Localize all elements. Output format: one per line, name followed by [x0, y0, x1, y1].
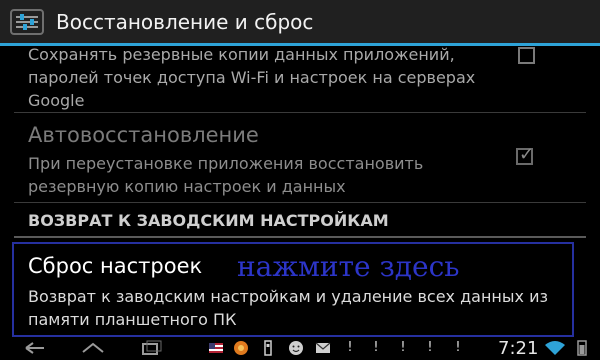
mail-icon[interactable] — [315, 340, 331, 356]
autorestore-title[interactable]: Автовосстановление — [28, 123, 259, 147]
section-header: ВОЗВРАТ К ЗАВОДСКИМ НАСТРОЙКАМ — [28, 211, 389, 230]
backup-checkbox[interactable] — [518, 47, 535, 64]
settings-sliders-icon[interactable] — [10, 8, 44, 36]
reset-settings-summary[interactable]: Возврат к заводским настройкам и удалени… — [28, 285, 568, 331]
checkmark-icon: ✓ — [519, 144, 535, 165]
smiley-icon[interactable] — [288, 340, 304, 356]
alert-icon[interactable]: ! — [342, 340, 358, 356]
flag-icon[interactable] — [208, 340, 224, 356]
backup-summary[interactable]: Сохранять резервные копии данных приложе… — [28, 43, 498, 112]
alert-icon[interactable]: ! — [422, 340, 438, 356]
annotation-label: нажмите здесь — [237, 250, 460, 283]
reset-settings-title[interactable]: Сброс настроек — [28, 254, 202, 278]
battery-icon[interactable] — [574, 340, 590, 356]
autorestore-summary[interactable]: При переустановке приложения восстановит… — [28, 152, 498, 198]
section-divider — [14, 236, 586, 238]
recent-apps-icon[interactable] — [138, 340, 164, 356]
back-icon[interactable] — [22, 340, 48, 356]
divider — [14, 202, 586, 203]
usb-icon[interactable] — [260, 340, 276, 356]
wifi-icon[interactable] — [544, 340, 566, 356]
browser-icon[interactable] — [233, 340, 249, 356]
clock[interactable]: 7:21 — [498, 338, 538, 359]
home-icon[interactable] — [80, 340, 106, 356]
page-title: Восстановление и сброс — [56, 10, 314, 34]
alert-icon[interactable]: ! — [368, 340, 384, 356]
action-bar: Восстановление и сброс — [0, 0, 600, 44]
divider — [14, 112, 586, 113]
alert-icon[interactable]: ! — [450, 340, 466, 356]
autorestore-checkbox[interactable]: ✓ — [516, 144, 534, 165]
alert-icon[interactable]: ! — [395, 340, 411, 356]
